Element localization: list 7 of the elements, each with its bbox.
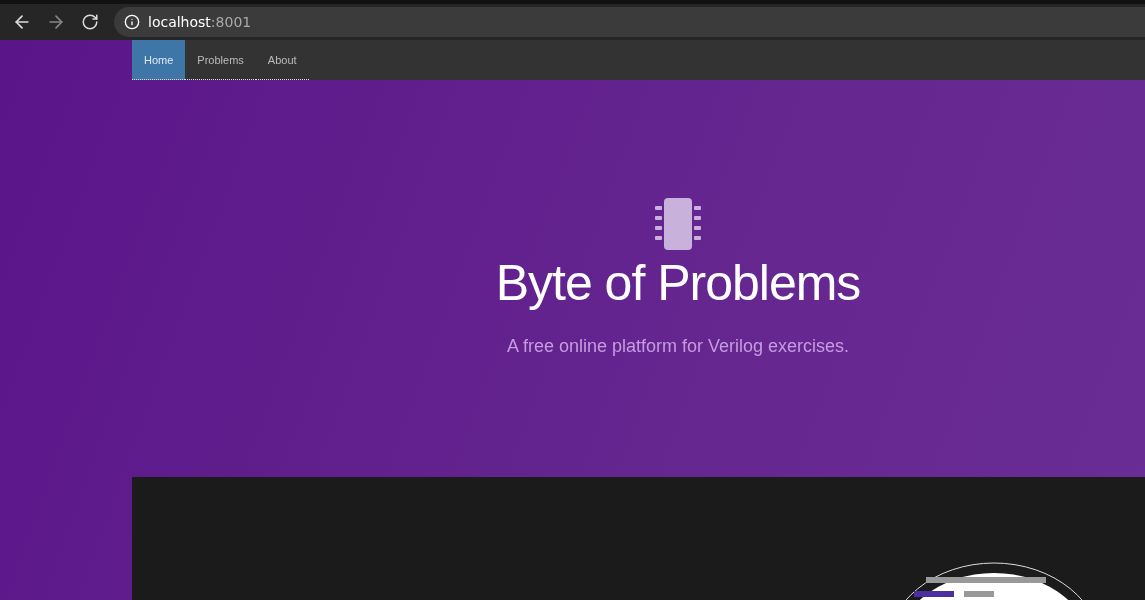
nav-tab[interactable]: Home (132, 40, 186, 80)
info-icon[interactable] (124, 14, 140, 30)
tagline: A free online platform for Verilog exercises. (506, 336, 850, 357)
nav-tab[interactable]: About (255, 40, 309, 80)
nav-tab[interactable]: Problems (185, 40, 256, 80)
address-field[interactable]: localhost:8001 (114, 7, 1145, 37)
site-title: Byte of Problems (495, 254, 861, 312)
